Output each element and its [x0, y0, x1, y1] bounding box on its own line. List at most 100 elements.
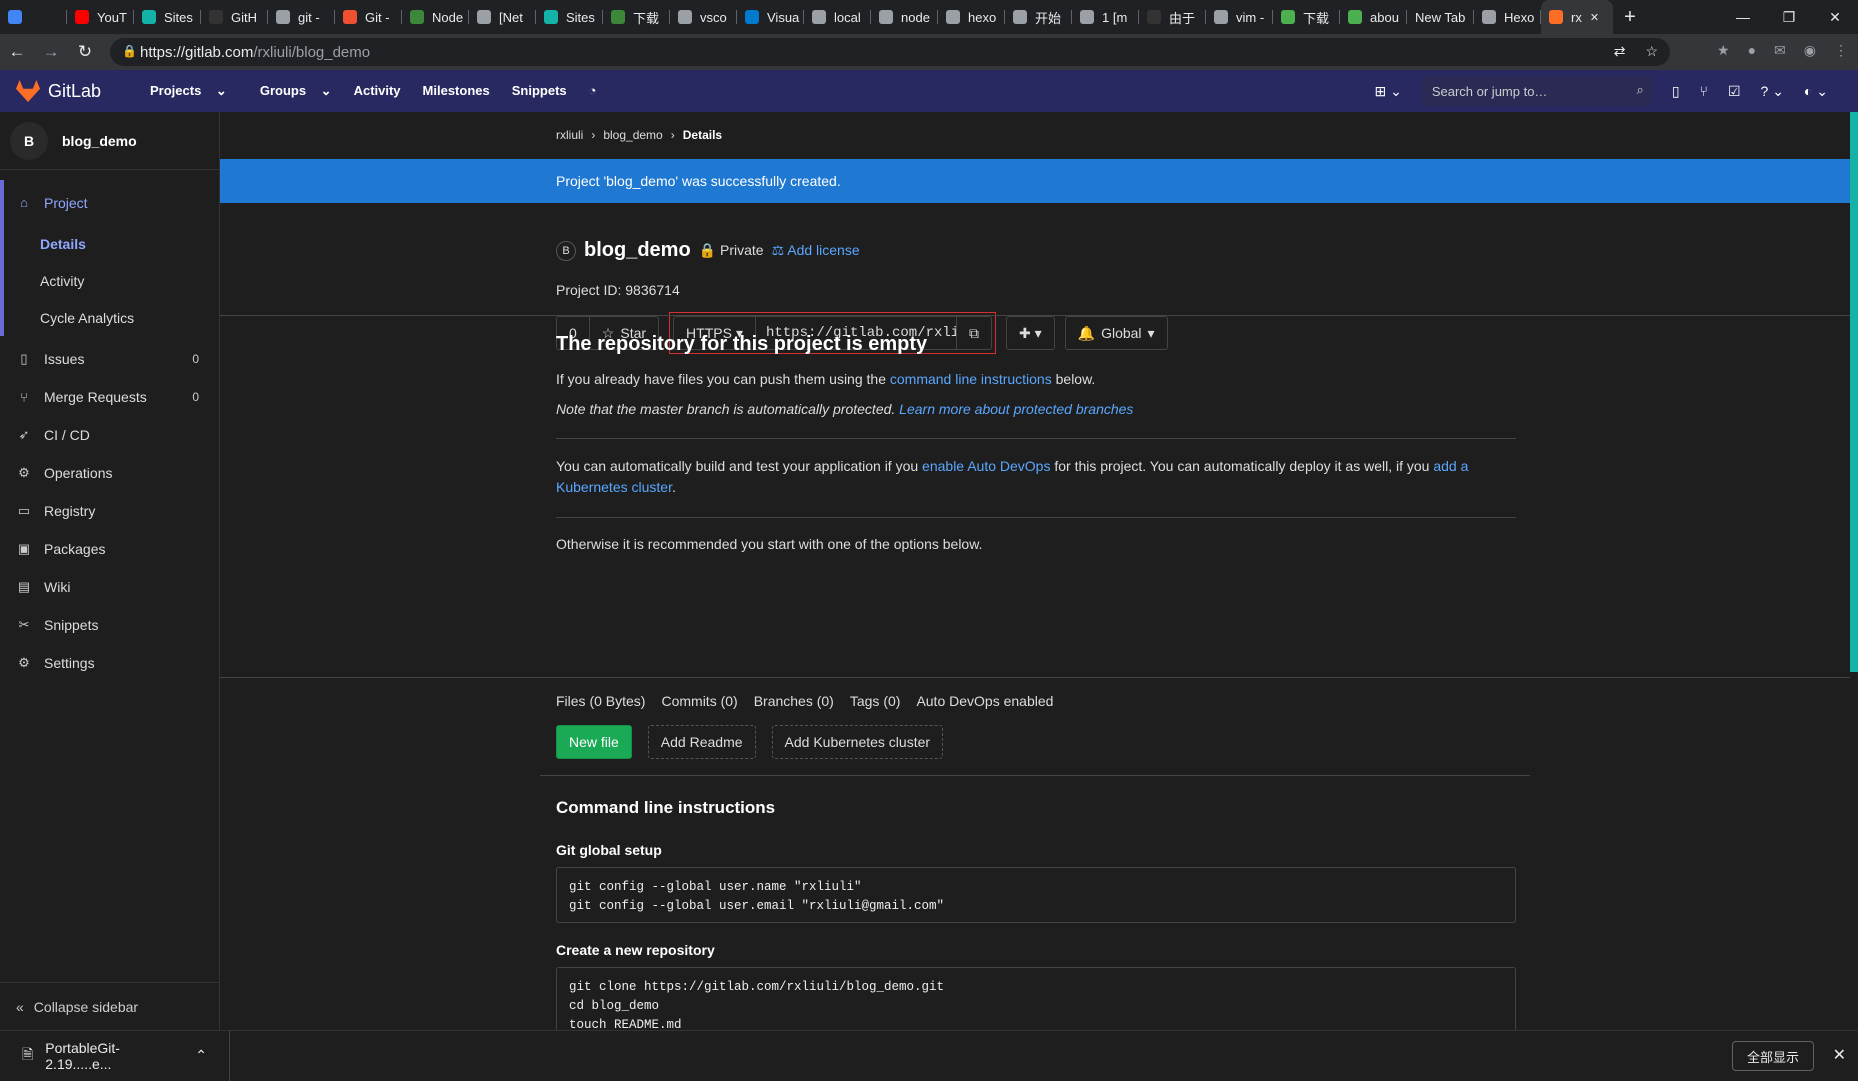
new-tab-button[interactable]: + [1613, 0, 1647, 34]
enable-auto-devops-link[interactable]: enable Auto DevOps [922, 458, 1050, 474]
commits-stat[interactable]: Commits (0) [661, 693, 737, 709]
browser-tab[interactable]: node [871, 0, 938, 34]
browser-tab[interactable]: rx ✕ [1541, 0, 1613, 34]
push-instructions: If you already have files you can push t… [556, 371, 1096, 387]
breadcrumb-namespace[interactable]: rxliuli [556, 128, 583, 142]
window-controls: — ❐ ✕ [1720, 0, 1858, 34]
show-all-downloads-button[interactable]: 全部显示 [1731, 1041, 1814, 1071]
tags-stat[interactable]: Tags (0) [850, 693, 901, 709]
tab-close-icon[interactable]: ✕ [1590, 11, 1599, 24]
sidebar-sub-activity[interactable]: Activity [0, 262, 219, 299]
sidebar-item-snippets[interactable]: ✂ Snippets [0, 606, 219, 644]
issues-nav-icon[interactable]: ▯ [1672, 83, 1680, 100]
sidebar-item-wiki[interactable]: ▤ Wiki [0, 568, 219, 606]
auto-devops-stat[interactable]: Auto DevOps enabled [916, 693, 1053, 709]
command-line-link[interactable]: command line instructions [890, 371, 1052, 387]
search-input[interactable]: Search or jump to… ⌕ [1421, 76, 1652, 106]
browser-tab[interactable]: 开始 [1005, 0, 1072, 34]
download-item[interactable]: 🗎 PortableGit-2.19.....e... ⌃ [0, 1030, 230, 1081]
files-stat[interactable]: Files (0 Bytes) [556, 693, 645, 709]
git-global-setup-code[interactable]: git config --global user.name "rxliuli" … [556, 867, 1516, 923]
sidebar-item-ci-cd[interactable]: ➶ CI / CD [0, 416, 219, 454]
sidebar-item-issues[interactable]: ▯ Issues 0 [0, 340, 219, 378]
browser-tab[interactable]: Node [402, 0, 469, 34]
browser-tab[interactable]: [Net [469, 0, 536, 34]
browser-tab[interactable]: abou [1340, 0, 1407, 34]
sidebar-item-merge-requests[interactable]: ⑂ Merge Requests 0 [0, 378, 219, 416]
browser-tab[interactable]: local [804, 0, 871, 34]
protected-branches-link[interactable]: Learn more about protected branches [899, 401, 1133, 417]
breadcrumb-current[interactable]: Details [683, 128, 722, 142]
chevron-up-icon[interactable]: ⌃ [195, 1047, 207, 1064]
profile-avatar-icon[interactable]: ◉ [1804, 42, 1816, 59]
browser-tab[interactable]: 由于 [1139, 0, 1206, 34]
new-file-button[interactable]: New file [556, 725, 632, 759]
browser-tab[interactable]: Visua [737, 0, 804, 34]
browser-tab[interactable]: 下载 [1273, 0, 1340, 34]
create-repo-code[interactable]: git clone https://gitlab.com/rxliuli/blo… [556, 967, 1516, 1030]
forward-icon[interactable]: → [34, 42, 68, 62]
branches-stat[interactable]: Branches (0) [754, 693, 834, 709]
nav-milestones[interactable]: Milestones [412, 83, 501, 99]
mail-icon[interactable]: ✉ [1774, 42, 1786, 59]
scrollbar-thumb[interactable] [1850, 112, 1858, 672]
page-scrollbar[interactable] [1850, 112, 1858, 1030]
browser-tab[interactable]: Sites [536, 0, 603, 34]
translate-icon[interactable]: ⇄ [1614, 43, 1626, 60]
extension-circle-icon[interactable]: ● [1748, 42, 1756, 59]
merge-requests-nav-icon[interactable]: ⑂ [1700, 83, 1708, 99]
help-icon[interactable]: ? ⌄ [1761, 83, 1784, 100]
sidebar-sub-cycle-analytics[interactable]: Cycle Analytics [0, 299, 219, 336]
browser-tab[interactable]: New Tab [1407, 0, 1474, 34]
browser-tab[interactable]: GitH [201, 0, 268, 34]
notification-dropdown[interactable]: 🔔 Global ▾ [1064, 316, 1168, 350]
browser-tab[interactable]: vsco [670, 0, 737, 34]
todos-nav-icon[interactable]: ☑ [1728, 83, 1741, 100]
nav-snippets[interactable]: Snippets [501, 83, 578, 99]
sidebar-item-packages[interactable]: ▣ Packages [0, 530, 219, 568]
browser-tab[interactable]: YouT [67, 0, 134, 34]
sidebar-project-header[interactable]: B blog_demo [0, 112, 219, 170]
add-readme-button[interactable]: Add Readme [647, 725, 756, 759]
menu-icon[interactable]: ⋮ [1834, 42, 1848, 59]
collapse-sidebar-button[interactable]: « Collapse sidebar [0, 982, 220, 1030]
new-dropdown-icon[interactable]: ⊞ ⌄ [1374, 83, 1401, 100]
url-bar[interactable]: 🔒 https://gitlab.com/rxliuli/blog_demo ⇄… [110, 38, 1670, 66]
performance-icon[interactable]: ◔ [578, 83, 608, 99]
back-icon[interactable]: ← [0, 42, 34, 62]
gitlab-logo[interactable]: GitLab [0, 80, 120, 102]
browser-tab[interactable]: Hexo [1474, 0, 1541, 34]
add-kubernetes-cluster-button[interactable]: Add Kubernetes cluster [771, 725, 944, 759]
browser-tab[interactable]: 1 [m [1072, 0, 1139, 34]
nav-activity[interactable]: Activity [343, 83, 412, 99]
reload-icon[interactable]: ↻ [68, 42, 102, 62]
nav-projects[interactable]: Projects ⌄ [128, 83, 238, 99]
browser-tab[interactable]: vim - [1206, 0, 1273, 34]
sidebar-item-project[interactable]: ⌂ Project [0, 180, 219, 225]
breadcrumb-project[interactable]: blog_demo [603, 128, 662, 142]
bell-icon: 🔔 [1077, 324, 1096, 341]
add-license-link[interactable]: ⚖ Add license [772, 242, 860, 259]
restore-button[interactable]: ❐ [1766, 0, 1812, 34]
browser-tab[interactable] [0, 0, 67, 34]
user-avatar-icon[interactable]: ◐ ⌄ [1804, 83, 1828, 100]
browser-tab[interactable]: git - [268, 0, 335, 34]
extension-icon[interactable]: ★ [1717, 42, 1730, 59]
bookmark-star-icon[interactable]: ☆ [1645, 43, 1658, 60]
sidebar-item-operations[interactable]: ⚙ Operations [0, 454, 219, 492]
browser-tab[interactable]: Sites [134, 0, 201, 34]
minimize-button[interactable]: — [1720, 0, 1766, 34]
tab-label: vsco [700, 9, 727, 25]
quick-actions: New file Add Readme Add Kubernetes clust… [556, 725, 944, 759]
browser-tab[interactable]: Git - [335, 0, 402, 34]
close-download-bar-icon[interactable]: ✕ [1833, 1045, 1846, 1065]
sidebar-item-registry[interactable]: ▭ Registry [0, 492, 219, 530]
nav-groups[interactable]: Groups ⌄ [238, 83, 343, 99]
sidebar-item-settings[interactable]: ⚙ Settings [0, 644, 219, 682]
browser-tab[interactable]: 下载 [603, 0, 670, 34]
new-item-dropdown[interactable]: ✚ ▾ [1005, 316, 1055, 350]
sidebar-sub-details[interactable]: Details [0, 225, 219, 262]
browser-tab[interactable]: hexo [938, 0, 1005, 34]
copy-url-button[interactable]: ⧉ [955, 316, 992, 350]
close-window-button[interactable]: ✕ [1812, 0, 1858, 34]
